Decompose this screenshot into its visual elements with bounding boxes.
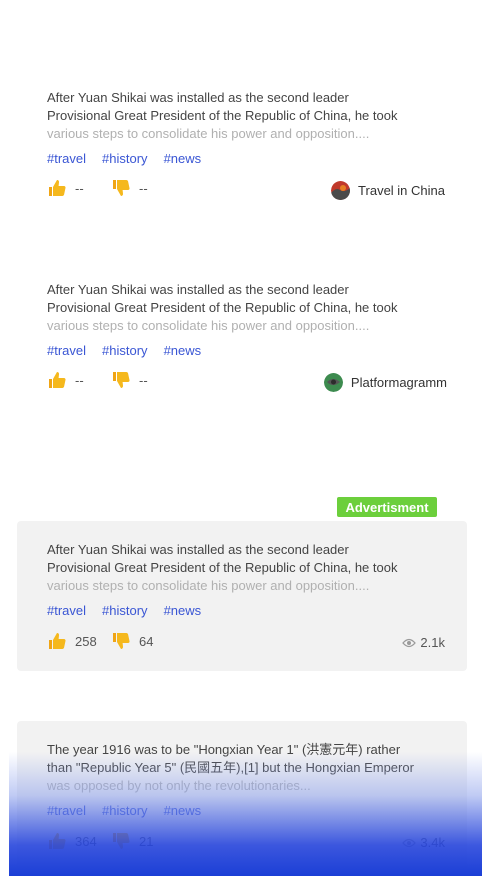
card-tags: #travel #history #news xyxy=(47,803,201,818)
tag-link[interactable]: #history xyxy=(102,603,148,618)
tag-link[interactable]: #history xyxy=(102,803,148,818)
dislike-count: -- xyxy=(139,180,148,196)
card-tags: #travel #history #news xyxy=(47,151,201,166)
tag-link[interactable]: #news xyxy=(164,343,202,358)
tag-link[interactable]: #news xyxy=(164,603,202,618)
thumbs-up-icon xyxy=(49,833,66,849)
thumbs-down-icon xyxy=(113,833,130,849)
thumbs-down-icon xyxy=(113,180,130,196)
thumbs-down-icon xyxy=(113,633,130,649)
feed-card[interactable]: The year 1916 was to be "Hongxian Year 1… xyxy=(17,721,467,871)
dislike-button[interactable]: 64 xyxy=(111,631,153,651)
view-count: 2.1k xyxy=(402,635,445,650)
feed-card-ad[interactable]: After Yuan Shikai was installed as the s… xyxy=(17,521,467,671)
eye-icon xyxy=(402,638,417,647)
like-button[interactable]: -- xyxy=(47,178,84,198)
views-label: 2.1k xyxy=(420,635,445,650)
card-tags: #travel #history #news xyxy=(47,343,201,358)
tag-link[interactable]: #travel xyxy=(47,343,86,358)
thumbs-up-icon xyxy=(49,633,66,649)
card-excerpt: After Yuan Shikai was installed as the s… xyxy=(47,282,398,333)
dislike-count: 21 xyxy=(139,833,154,849)
dislike-button[interactable]: -- xyxy=(111,178,148,198)
tag-link[interactable]: #travel xyxy=(47,803,86,818)
tag-link[interactable]: #travel xyxy=(47,603,86,618)
advertisement-badge: Advertisment xyxy=(337,497,437,517)
views-label: 3.4k xyxy=(420,835,445,850)
like-button[interactable]: 364 xyxy=(47,831,97,851)
like-count: -- xyxy=(75,180,84,196)
tag-link[interactable]: #travel xyxy=(47,151,86,166)
dislike-count: 64 xyxy=(139,633,154,649)
like-count: 364 xyxy=(75,833,97,849)
card-excerpt: After Yuan Shikai was installed as the s… xyxy=(47,542,398,593)
thumbs-up-icon xyxy=(49,372,66,388)
tag-link[interactable]: #history xyxy=(102,151,148,166)
like-count: -- xyxy=(75,372,84,388)
card-source[interactable]: Travel in China xyxy=(331,181,445,200)
dislike-count: -- xyxy=(139,372,148,388)
dislike-button[interactable]: -- xyxy=(111,370,148,390)
source-avatar xyxy=(323,373,343,392)
card-tags: #travel #history #news xyxy=(47,603,201,618)
feed-card[interactable]: After Yuan Shikai was installed as the s… xyxy=(17,80,467,220)
thumbs-down-icon xyxy=(113,372,130,388)
card-source[interactable]: Platformagramm xyxy=(323,373,447,392)
tag-link[interactable]: #news xyxy=(164,803,202,818)
tag-link[interactable]: #history xyxy=(102,343,148,358)
card-excerpt: The year 1916 was to be "Hongxian Year 1… xyxy=(47,742,414,793)
source-name: Travel in China xyxy=(358,183,445,198)
source-name: Platformagramm xyxy=(350,375,447,390)
card-excerpt: After Yuan Shikai was installed as the s… xyxy=(47,90,398,141)
view-count: 3.4k xyxy=(402,835,445,850)
dislike-button[interactable]: 21 xyxy=(111,831,153,851)
eye-icon xyxy=(402,838,417,847)
like-count: 258 xyxy=(75,633,97,649)
feed-card[interactable]: After Yuan Shikai was installed as the s… xyxy=(17,272,467,412)
like-button[interactable]: -- xyxy=(47,370,84,390)
tag-link[interactable]: #news xyxy=(164,151,202,166)
thumbs-up-icon xyxy=(49,180,66,196)
source-avatar xyxy=(331,181,351,200)
like-button[interactable]: 258 xyxy=(47,631,97,651)
